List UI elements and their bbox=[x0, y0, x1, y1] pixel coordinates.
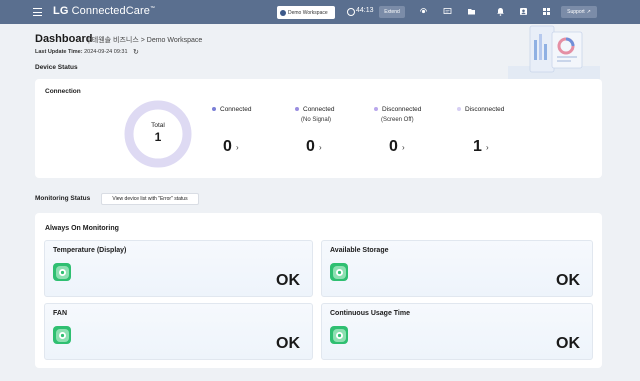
workspace-selector[interactable]: Demo Workspace bbox=[277, 6, 335, 19]
monitor-tile-fan[interactable]: FAN OK bbox=[44, 303, 313, 360]
status-disconnected: Disconnected bbox=[457, 106, 504, 113]
check-shield-icon bbox=[330, 263, 348, 281]
status-dot-icon bbox=[295, 107, 299, 112]
menu-icon[interactable] bbox=[33, 8, 42, 16]
monitor-name: Continuous Usage Time bbox=[330, 310, 410, 317]
check-shield-icon bbox=[53, 263, 71, 281]
folder-icon[interactable] bbox=[467, 7, 476, 16]
monitor-status: OK bbox=[556, 272, 580, 289]
status-dot-icon bbox=[374, 107, 378, 112]
monitor-name: Temperature (Display) bbox=[53, 247, 127, 254]
monitor-tile-storage[interactable]: Available Storage OK bbox=[321, 240, 593, 297]
last-update-time: Last Update Time: 2024-09-24 09:31 bbox=[35, 49, 128, 55]
apps-icon[interactable] bbox=[542, 7, 551, 16]
always-on-monitoring-card: Always On Monitoring Temperature (Displa… bbox=[35, 213, 602, 368]
status-connected: Connected bbox=[212, 106, 251, 113]
check-shield-icon bbox=[53, 326, 71, 344]
user-icon[interactable] bbox=[519, 7, 528, 16]
external-link-icon: ↗ bbox=[586, 9, 591, 15]
donut-total-value: 1 bbox=[154, 130, 162, 144]
page-title: Dashboard bbox=[35, 33, 93, 45]
donut-total-label: Total bbox=[151, 122, 165, 129]
chevron-right-icon[interactable]: › bbox=[486, 143, 489, 152]
count-connected[interactable]: 0 bbox=[223, 138, 232, 156]
brand-logo[interactable]: LG ConnectedCare™ bbox=[53, 5, 155, 17]
monitor-status: OK bbox=[276, 272, 300, 289]
status-dot-icon bbox=[457, 107, 461, 112]
workspace-label: Demo Workspace bbox=[288, 9, 328, 16]
status-sub-no-signal: (No Signal) bbox=[301, 117, 332, 123]
monitor-name: FAN bbox=[53, 310, 67, 317]
status-connected-no-signal: Connected bbox=[295, 106, 334, 113]
count-disconnected[interactable]: 1 bbox=[473, 138, 482, 156]
count-no-signal[interactable]: 0 bbox=[306, 138, 315, 156]
session-timer: 44:13 bbox=[356, 7, 374, 14]
breadcrumb[interactable]: | 테웬솔 비즈니스 > Demo Workspace bbox=[88, 35, 202, 45]
status-sub-screen-off: (Screen Off) bbox=[381, 117, 414, 123]
workspace-icon bbox=[280, 9, 286, 16]
view-error-devices-button[interactable]: View device list with "Error" status bbox=[101, 193, 199, 205]
status-dot-icon bbox=[212, 107, 216, 112]
monitoring-status-heading: Monitoring Status bbox=[35, 195, 91, 202]
bell-icon[interactable] bbox=[496, 7, 505, 16]
connection-title: Connection bbox=[45, 88, 81, 95]
chevron-right-icon[interactable]: › bbox=[236, 143, 239, 152]
support-button[interactable]: Support ↗ bbox=[561, 6, 597, 18]
last-update-label: Last Update Time: bbox=[35, 49, 83, 55]
connection-card: Connection Total 1 Connected 0 › Connect… bbox=[35, 79, 602, 178]
check-shield-icon bbox=[330, 326, 348, 344]
chevron-right-icon[interactable]: › bbox=[319, 143, 322, 152]
monitor-tile-temperature[interactable]: Temperature (Display) OK bbox=[44, 240, 313, 297]
top-bar: LG ConnectedCare™ Demo Workspace 44:13 E… bbox=[0, 0, 640, 24]
count-screen-off[interactable]: 0 bbox=[389, 138, 398, 156]
remote-icon[interactable] bbox=[419, 7, 428, 16]
last-update-value: 2024-09-24 09:31 bbox=[84, 49, 128, 55]
dashboard-illustration-icon bbox=[508, 25, 600, 82]
support-label: Support bbox=[567, 9, 585, 15]
monitor-status: OK bbox=[276, 335, 300, 352]
message-icon[interactable] bbox=[443, 7, 452, 16]
always-on-monitoring-title: Always On Monitoring bbox=[45, 225, 119, 232]
extend-button[interactable]: Extend bbox=[379, 6, 405, 18]
monitor-status: OK bbox=[556, 335, 580, 352]
status-disconnected-screen-off: Disconnected bbox=[374, 106, 421, 113]
monitor-tile-usage-time[interactable]: Continuous Usage Time OK bbox=[321, 303, 593, 360]
refresh-icon[interactable]: ↻ bbox=[133, 48, 139, 56]
device-status-heading: Device Status bbox=[35, 64, 78, 71]
monitor-name: Available Storage bbox=[330, 247, 389, 254]
clock-icon bbox=[347, 8, 355, 16]
chevron-right-icon[interactable]: › bbox=[402, 143, 405, 152]
